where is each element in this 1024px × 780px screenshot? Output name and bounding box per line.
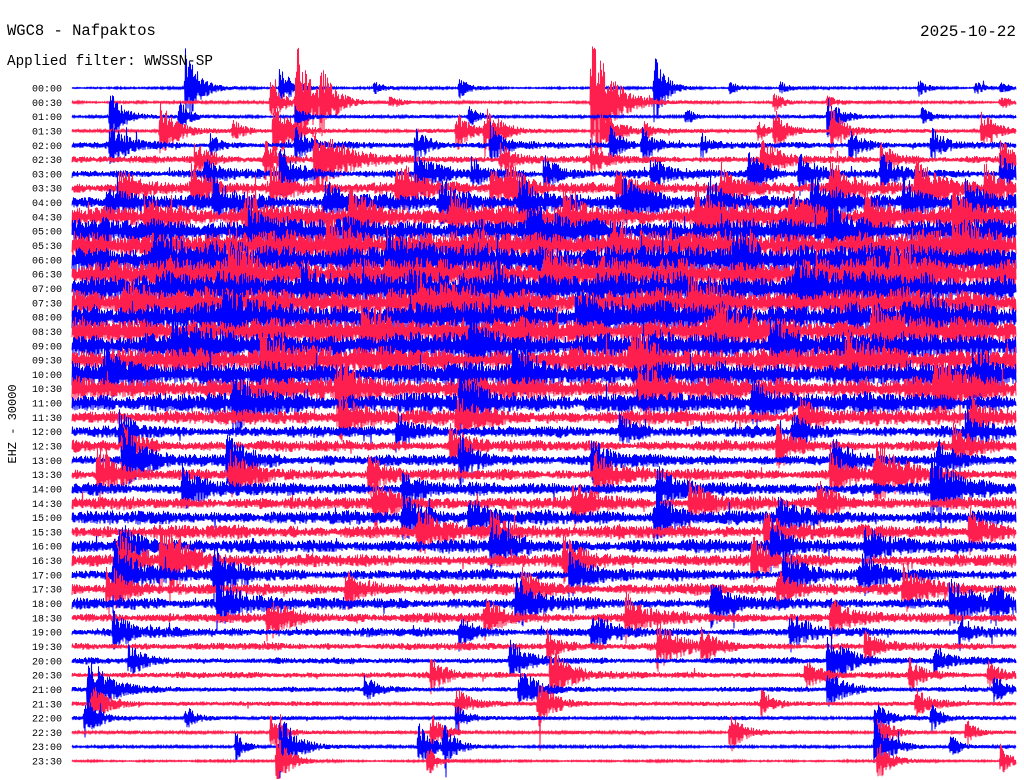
tick-label-2300: 23:00	[32, 743, 62, 754]
tick-label-1730: 17:30	[32, 586, 62, 597]
tick-label-1500: 15:00	[32, 514, 62, 525]
tick-label-1230: 12:30	[32, 443, 62, 454]
tick-label-1400: 14:00	[32, 486, 62, 497]
tick-label-0630: 06:30	[32, 271, 62, 282]
helicorder-page: 00:00 00:30 01:00 01:30 02:00 02:30 03:00 03:30…	[0, 0, 1024, 780]
tick-label-2100: 21:00	[32, 686, 62, 697]
tick-label-0700: 07:00	[32, 285, 62, 296]
channel-label: EHZ - 30000	[6, 384, 20, 463]
tick-label-1000: 10:00	[32, 371, 62, 382]
tick-label-0400: 04:00	[32, 199, 62, 210]
tick-label-0730: 07:30	[32, 299, 62, 310]
tick-label-0000: 00:00	[32, 85, 62, 96]
tick-label-1430: 14:30	[32, 500, 62, 511]
tick-label-0600: 06:00	[32, 256, 62, 267]
tick-label-1700: 17:00	[32, 571, 62, 582]
tick-label-0430: 04:30	[32, 213, 62, 224]
tick-label-2230: 22:30	[32, 729, 62, 740]
tick-label-1030: 10:30	[32, 385, 62, 396]
tick-label-2130: 21:30	[32, 700, 62, 711]
tick-label-1100: 11:00	[32, 400, 62, 411]
tick-label-1600: 16:00	[32, 543, 62, 554]
tick-label-0500: 05:00	[32, 228, 62, 239]
tick-label-1630: 16:30	[32, 557, 62, 568]
date-label: 2025-10-22	[919, 23, 1016, 41]
tick-label-1900: 19:00	[32, 629, 62, 640]
tick-label-0200: 02:00	[32, 142, 62, 153]
tick-label-0130: 01:30	[32, 128, 62, 139]
tick-label-2030: 20:30	[32, 672, 62, 683]
tick-label-0800: 08:00	[32, 314, 62, 325]
tick-label-1930: 19:30	[32, 643, 62, 654]
tick-label-0300: 03:00	[32, 170, 62, 181]
filter-label: Applied filter: WWSSN-SP	[7, 54, 213, 70]
tick-label-1200: 12:00	[32, 428, 62, 439]
tick-label-1300: 13:00	[32, 457, 62, 468]
tick-label-1800: 18:00	[32, 600, 62, 611]
tick-label-0030: 00:30	[32, 99, 62, 110]
tick-label-1130: 11:30	[32, 414, 62, 425]
tick-label-2330: 23:30	[32, 758, 62, 769]
tick-label-1830: 18:30	[32, 614, 62, 625]
tick-label-1530: 15:30	[32, 528, 62, 539]
tick-label-0900: 09:00	[32, 342, 62, 353]
tick-label-0100: 01:00	[32, 113, 62, 124]
station-title: WGC8 - Nafpaktos	[7, 22, 156, 40]
tick-label-0530: 05:30	[32, 242, 62, 253]
tick-label-0330: 03:30	[32, 185, 62, 196]
tick-label-2000: 20:00	[32, 657, 62, 668]
tick-label-2200: 22:00	[32, 715, 62, 726]
tick-label-0930: 09:30	[32, 357, 62, 368]
tick-label-0830: 08:30	[32, 328, 62, 339]
tick-label-1330: 13:30	[32, 471, 62, 482]
helicorder-plot: 00:00 00:30 01:00 01:30 02:00 02:30 03:00 03:30…	[0, 0, 1024, 780]
tick-label-0230: 02:30	[32, 156, 62, 167]
